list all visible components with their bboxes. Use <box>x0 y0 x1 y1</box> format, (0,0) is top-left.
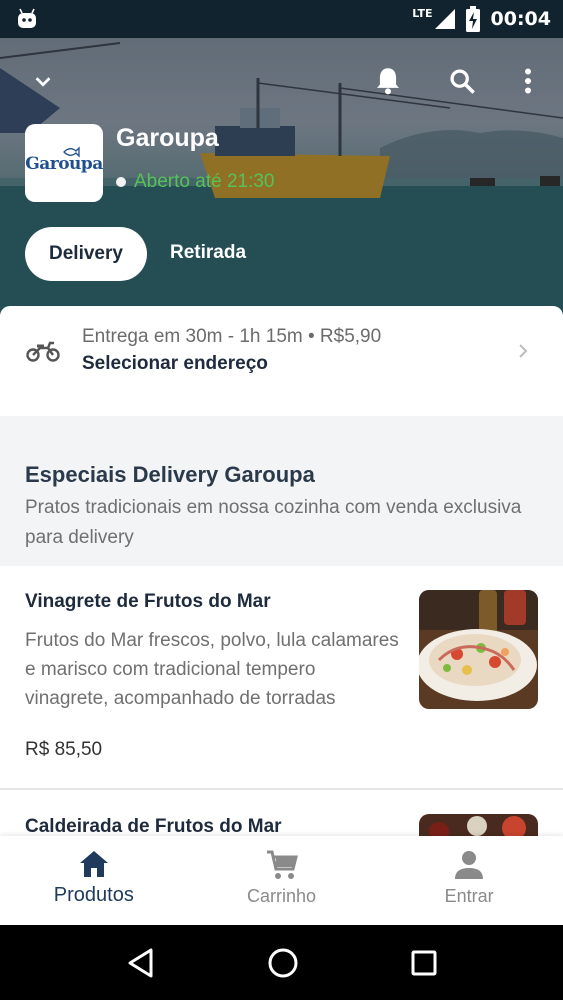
chevron-down-icon <box>35 77 51 87</box>
network-type: LTE <box>412 6 433 20</box>
home-icon <box>79 851 108 877</box>
product-name: Caldeirada de Frutos do Mar <box>25 816 282 836</box>
nav-produtos-label: Produtos <box>53 884 134 906</box>
category-title: Especiais Delivery Garoupa <box>25 462 315 487</box>
search-button[interactable] <box>445 64 479 98</box>
product-image <box>419 814 538 836</box>
product-name: Vinagrete de Frutos do Mar <box>25 591 271 612</box>
nav-produtos[interactable]: Produtos <box>0 836 188 925</box>
salad-photo <box>419 590 538 709</box>
android-robot-icon <box>18 8 36 28</box>
signal-icon <box>434 9 455 29</box>
store-logo: Garoupa <box>25 124 103 202</box>
select-address-link[interactable]: Selecionar endereço <box>82 353 268 375</box>
store-name: Garoupa <box>116 124 219 152</box>
category-header: Especiais Delivery Garoupa Pratos tradic… <box>0 416 563 566</box>
bell-icon <box>377 68 399 95</box>
status-bar: LTE 00:04 <box>0 0 563 38</box>
delivery-time-fee: Entrega em 30m - 1h 15m • R$5,90 <box>82 326 382 347</box>
store-header: Garoupa Garoupa Aberto até 21:30 Deliver… <box>0 38 563 320</box>
cart-icon <box>266 850 298 879</box>
logo-wordmark: Garoupa <box>25 154 103 174</box>
status-dot <box>116 177 126 187</box>
more-vert-icon <box>525 68 531 94</box>
person-icon <box>455 851 484 879</box>
collapse-button[interactable] <box>28 66 58 96</box>
tab-delivery[interactable]: Delivery <box>25 227 147 281</box>
product-price: R$ 85,50 <box>25 739 103 760</box>
search-icon <box>450 69 475 94</box>
stew-photo <box>419 814 538 836</box>
logo-tagline <box>63 175 64 180</box>
tab-retirada[interactable]: Retirada <box>170 242 246 264</box>
open-status-text: Aberto até 21:30 <box>134 171 275 192</box>
clock: 00:04 <box>490 8 551 30</box>
product-card[interactable]: Caldeirada de Frutos do Mar <box>0 790 563 836</box>
chevron-right-icon <box>519 344 528 358</box>
product-image <box>419 590 538 709</box>
bottom-navigation: Produtos Carrinho Entrar <box>0 836 563 925</box>
notifications-button[interactable] <box>371 64 405 98</box>
open-status: Aberto até 21:30 <box>116 171 275 193</box>
system-navigation-bar <box>0 925 563 1000</box>
nav-carrinho[interactable]: Carrinho <box>188 836 376 925</box>
motorcycle-icon <box>26 341 60 362</box>
product-description: Frutos do Mar frescos, polvo, lula calam… <box>25 630 399 709</box>
battery-charging-icon <box>465 6 480 32</box>
product-card[interactable]: Vinagrete de Frutos do Mar Frutos do Mar… <box>0 566 563 788</box>
recents-icon[interactable] <box>410 949 438 977</box>
more-options-button[interactable] <box>515 64 541 98</box>
home-circle-icon[interactable] <box>267 947 299 979</box>
nav-carrinho-label: Carrinho <box>246 886 317 906</box>
back-icon[interactable] <box>126 947 156 979</box>
nav-entrar-label: Entrar <box>444 886 494 906</box>
category-description: Pratos tradicionais em nossa cozinha com… <box>25 497 522 548</box>
nav-entrar[interactable]: Entrar <box>375 836 563 925</box>
delivery-address-row[interactable]: Entrega em 30m - 1h 15m • R$5,90 Selecio… <box>0 306 563 416</box>
